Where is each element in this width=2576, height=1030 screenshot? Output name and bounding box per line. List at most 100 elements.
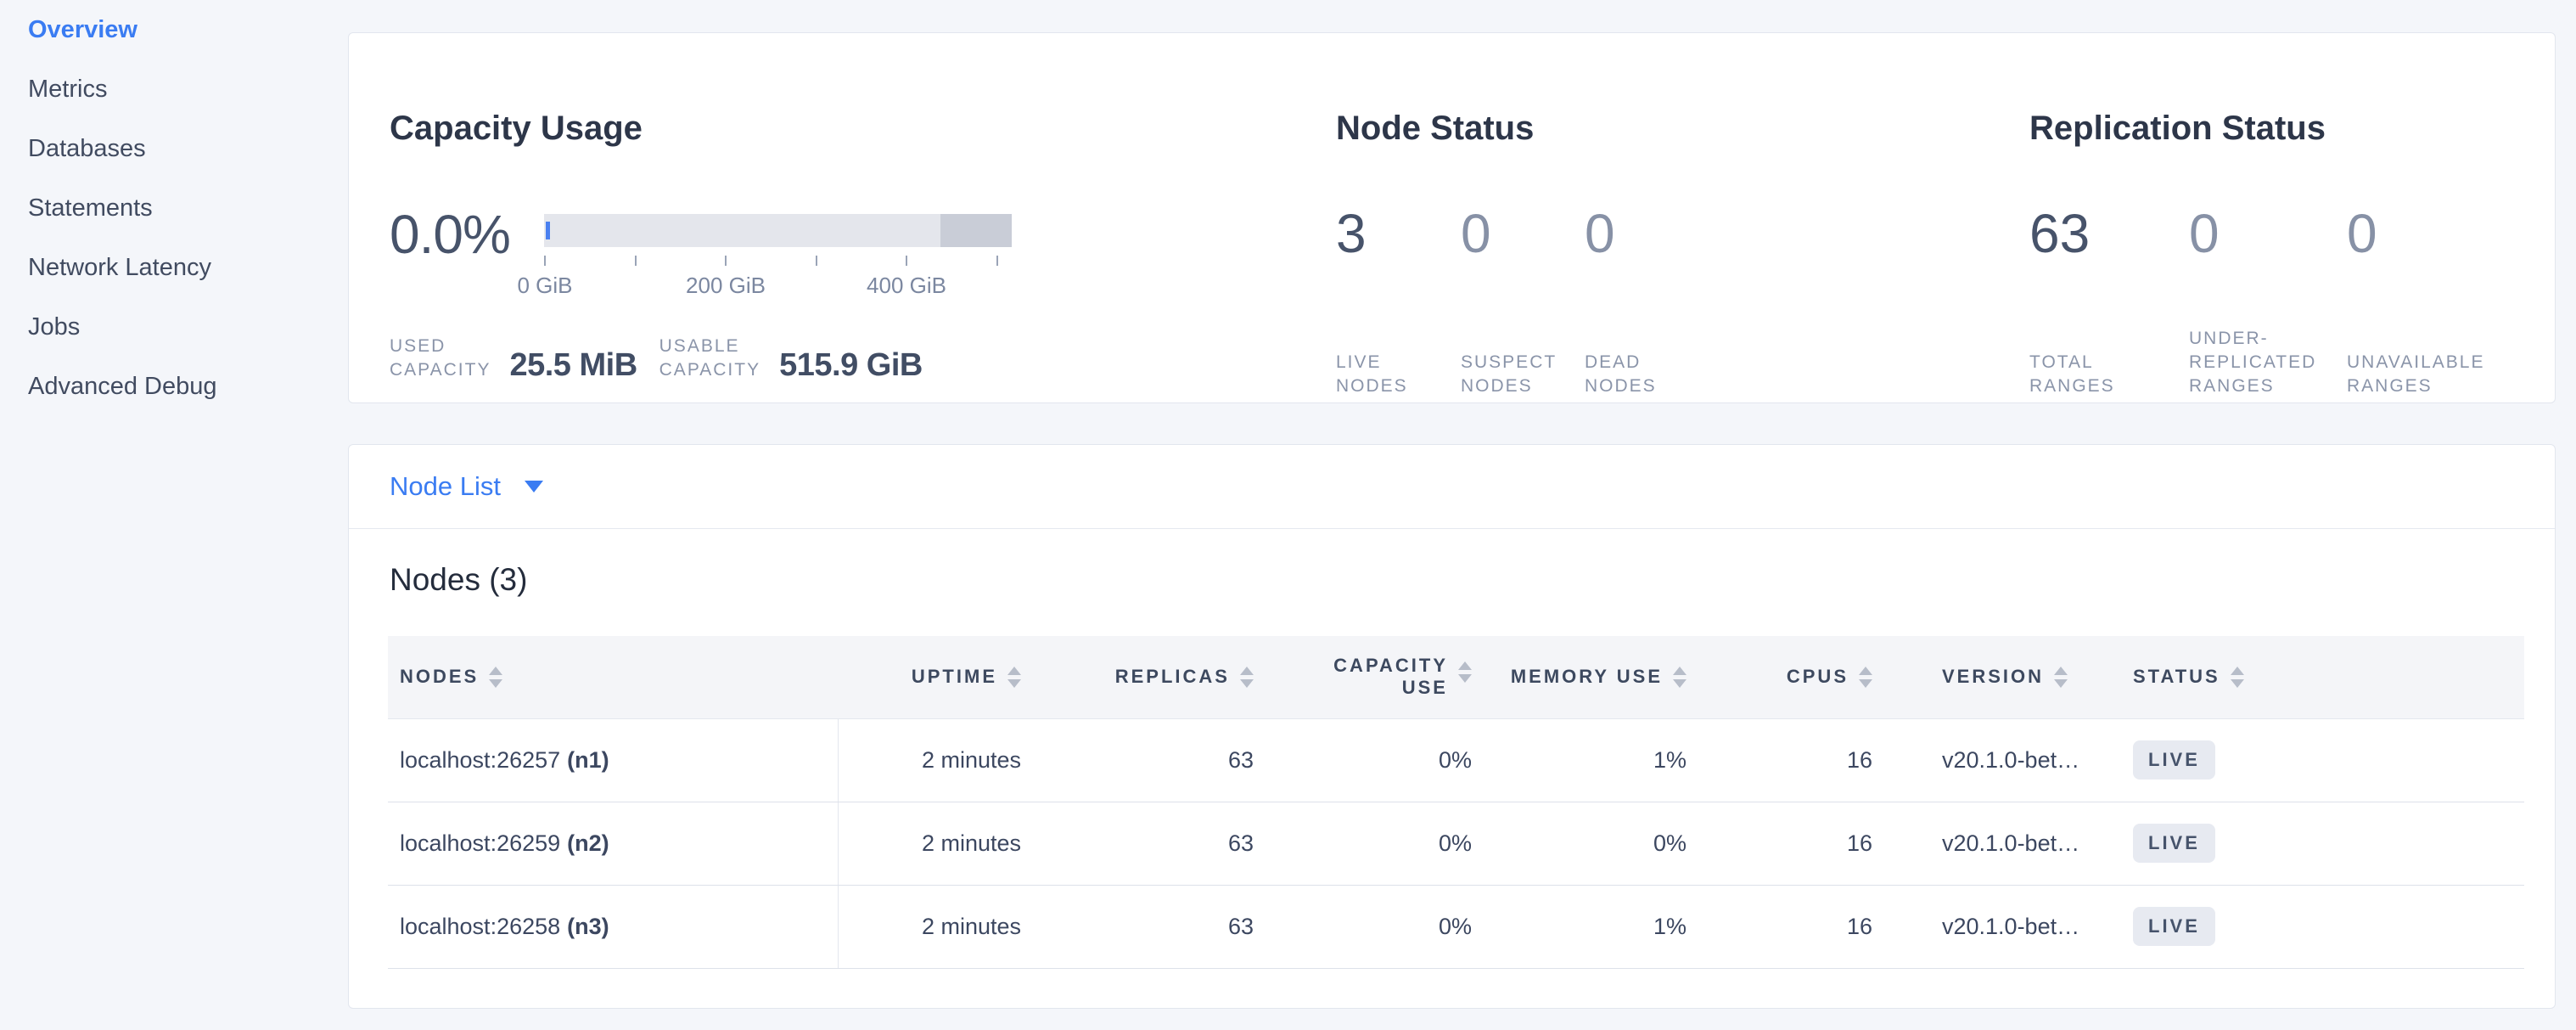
live-nodes-label: LIVE NODES [1336,351,1461,398]
node-id: (n3) [567,914,609,939]
node-address-cell[interactable]: localhost:26259 (n2) [388,802,838,885]
under-replicated-ranges-stat: 0 UNDER- REPLICATED RANGES [2189,194,2347,398]
sidebar-item-metrics[interactable]: Metrics [0,59,348,119]
capacity-axis-labels: 0 GiB 200 GiB 400 GiB [544,273,1012,300]
uptime-cell: 2 minutes [838,885,1033,968]
nodes-heading: Nodes (3) [390,561,2555,599]
uptime-cell: 2 minutes [838,718,1033,802]
node-status-title: Node Status [1336,110,1534,147]
capacity-stats: USED CAPACITY 25.5 MiB USABLE CAPACITY 5… [390,335,923,382]
node-address-cell[interactable]: localhost:26257 (n1) [388,718,838,802]
node-address-cell[interactable]: localhost:26258 (n3) [388,885,838,968]
status-badge: LIVE [2133,907,2215,946]
sort-icon [1007,667,1021,688]
capacity-usage-chart: 0.0% 0 GiB 200 GiB 400 GiB [390,194,1012,300]
node-list-dropdown[interactable]: Node List [349,445,2555,529]
status-cell: LIVE [2126,802,2524,885]
table-row: localhost:26257(n1) 2 minutes 63 0% 1% 1… [388,718,2524,802]
cpus-cell: 16 [1698,885,1884,968]
sort-icon [2054,667,2068,688]
capacity-use-header-label: CAPACITY USE [1333,655,1448,699]
sort-icon [1673,667,1686,688]
capacity-bar-track [544,214,1012,247]
table-row: localhost:26259(n2) 2 minutes 63 0% 0% 1… [388,802,2524,885]
replicas-cell: 63 [1033,718,1266,802]
unavailable-ranges-label: UNAVAILABLE RANGES [2347,351,2525,398]
status-badge: LIVE [2133,824,2215,863]
capacity-use-cell: 0% [1266,885,1484,968]
dead-nodes-value: 0 [1585,194,1720,273]
used-capacity-value: 25.5 MiB [509,348,637,382]
column-header-memory-use[interactable]: MEMORY USE [1484,636,1698,718]
chevron-down-icon [525,481,543,492]
cpus-header-label: CPUS [1787,666,1849,688]
column-header-status[interactable]: STATUS [2126,636,2524,718]
sidebar-item-overview[interactable]: Overview [0,0,348,59]
node-id: (n1) [567,747,609,773]
node-address[interactable]: localhost:26259 [400,830,560,856]
column-header-nodes[interactable]: NODES [388,636,838,718]
sidebar-item-network-latency[interactable]: Network Latency [0,238,348,297]
used-capacity-label: USED CAPACITY [390,335,491,382]
sidebar-item-statements[interactable]: Statements [0,178,348,238]
column-header-version[interactable]: VERSION [1884,636,2126,718]
sidebar: Overview Metrics Databases Statements Ne… [0,0,348,416]
sort-icon [1240,667,1254,688]
status-cell: LIVE [2126,885,2524,968]
column-header-replicas[interactable]: REPLICAS [1033,636,1266,718]
replication-status-title: Replication Status [2029,110,2326,147]
capacity-use-cell: 0% [1266,802,1484,885]
node-list-dropdown-label: Node List [390,471,501,502]
total-ranges-value: 63 [2029,194,2189,273]
nodes-table: NODES UPTIME REPLICAS CAPACITY USE MEMOR… [388,636,2524,969]
column-header-uptime[interactable]: UPTIME [838,636,1033,718]
replication-status-stats: 63 TOTAL RANGES 0 UNDER- REPLICATED RANG… [2029,194,2525,398]
version-cell: v20.1.0-bet… [1884,802,2126,885]
version-cell: v20.1.0-bet… [1884,885,2126,968]
version-header-label: VERSION [1942,666,2044,688]
suspect-nodes-stat: 0 SUSPECT NODES [1461,194,1585,398]
node-id: (n2) [567,830,609,856]
sort-icon [489,667,502,688]
unavailable-ranges-stat: 0 UNAVAILABLE RANGES [2347,194,2525,398]
nodes-header-label: NODES [400,666,479,688]
live-nodes-stat: 3 LIVE NODES [1336,194,1461,398]
sort-icon [1859,667,1872,688]
dead-nodes-stat: 0 DEAD NODES [1585,194,1720,398]
axis-label-0gib: 0 GiB [517,273,572,299]
table-header-row: NODES UPTIME REPLICAS CAPACITY USE MEMOR… [388,636,2524,718]
node-address[interactable]: localhost:26257 [400,747,560,773]
capacity-bar-used-segment [546,222,550,239]
capacity-use-cell: 0% [1266,718,1484,802]
axis-label-400gib: 400 GiB [867,273,946,299]
version-cell: v20.1.0-bet… [1884,718,2126,802]
sidebar-item-advanced-debug[interactable]: Advanced Debug [0,357,348,416]
memory-use-header-label: MEMORY USE [1511,666,1663,688]
capacity-bar: 0 GiB 200 GiB 400 GiB [544,214,1012,300]
column-header-capacity-use[interactable]: CAPACITY USE [1266,636,1484,718]
replicas-header-label: REPLICAS [1115,666,1230,688]
node-address[interactable]: localhost:26258 [400,914,560,939]
uptime-header-label: UPTIME [912,666,997,688]
dead-nodes-label: DEAD NODES [1585,351,1720,398]
unavailable-ranges-value: 0 [2347,194,2525,273]
memory-use-cell: 1% [1484,885,1698,968]
capacity-used-percent: 0.0% [390,194,527,300]
status-header-label: STATUS [2133,666,2220,688]
axis-label-200gib: 200 GiB [686,273,766,299]
sidebar-item-databases[interactable]: Databases [0,119,348,178]
nodes-card: Node List Nodes (3) NODES UPTIME REPLICA… [348,444,2556,1009]
replicas-cell: 63 [1033,885,1266,968]
uptime-cell: 2 minutes [838,802,1033,885]
live-nodes-value: 3 [1336,194,1461,273]
column-header-cpus[interactable]: CPUS [1698,636,1884,718]
usable-capacity-value: 515.9 GiB [779,348,923,382]
total-ranges-label: TOTAL RANGES [2029,351,2189,398]
table-row: localhost:26258 (n3) 2 minutes 63 0% 1% 1… [388,885,2524,968]
sort-icon [2231,667,2244,688]
sidebar-item-jobs[interactable]: Jobs [0,297,348,357]
suspect-nodes-value: 0 [1461,194,1585,273]
status-badge: LIVE [2133,740,2215,780]
under-replicated-ranges-value: 0 [2189,194,2347,273]
replicas-cell: 63 [1033,802,1266,885]
